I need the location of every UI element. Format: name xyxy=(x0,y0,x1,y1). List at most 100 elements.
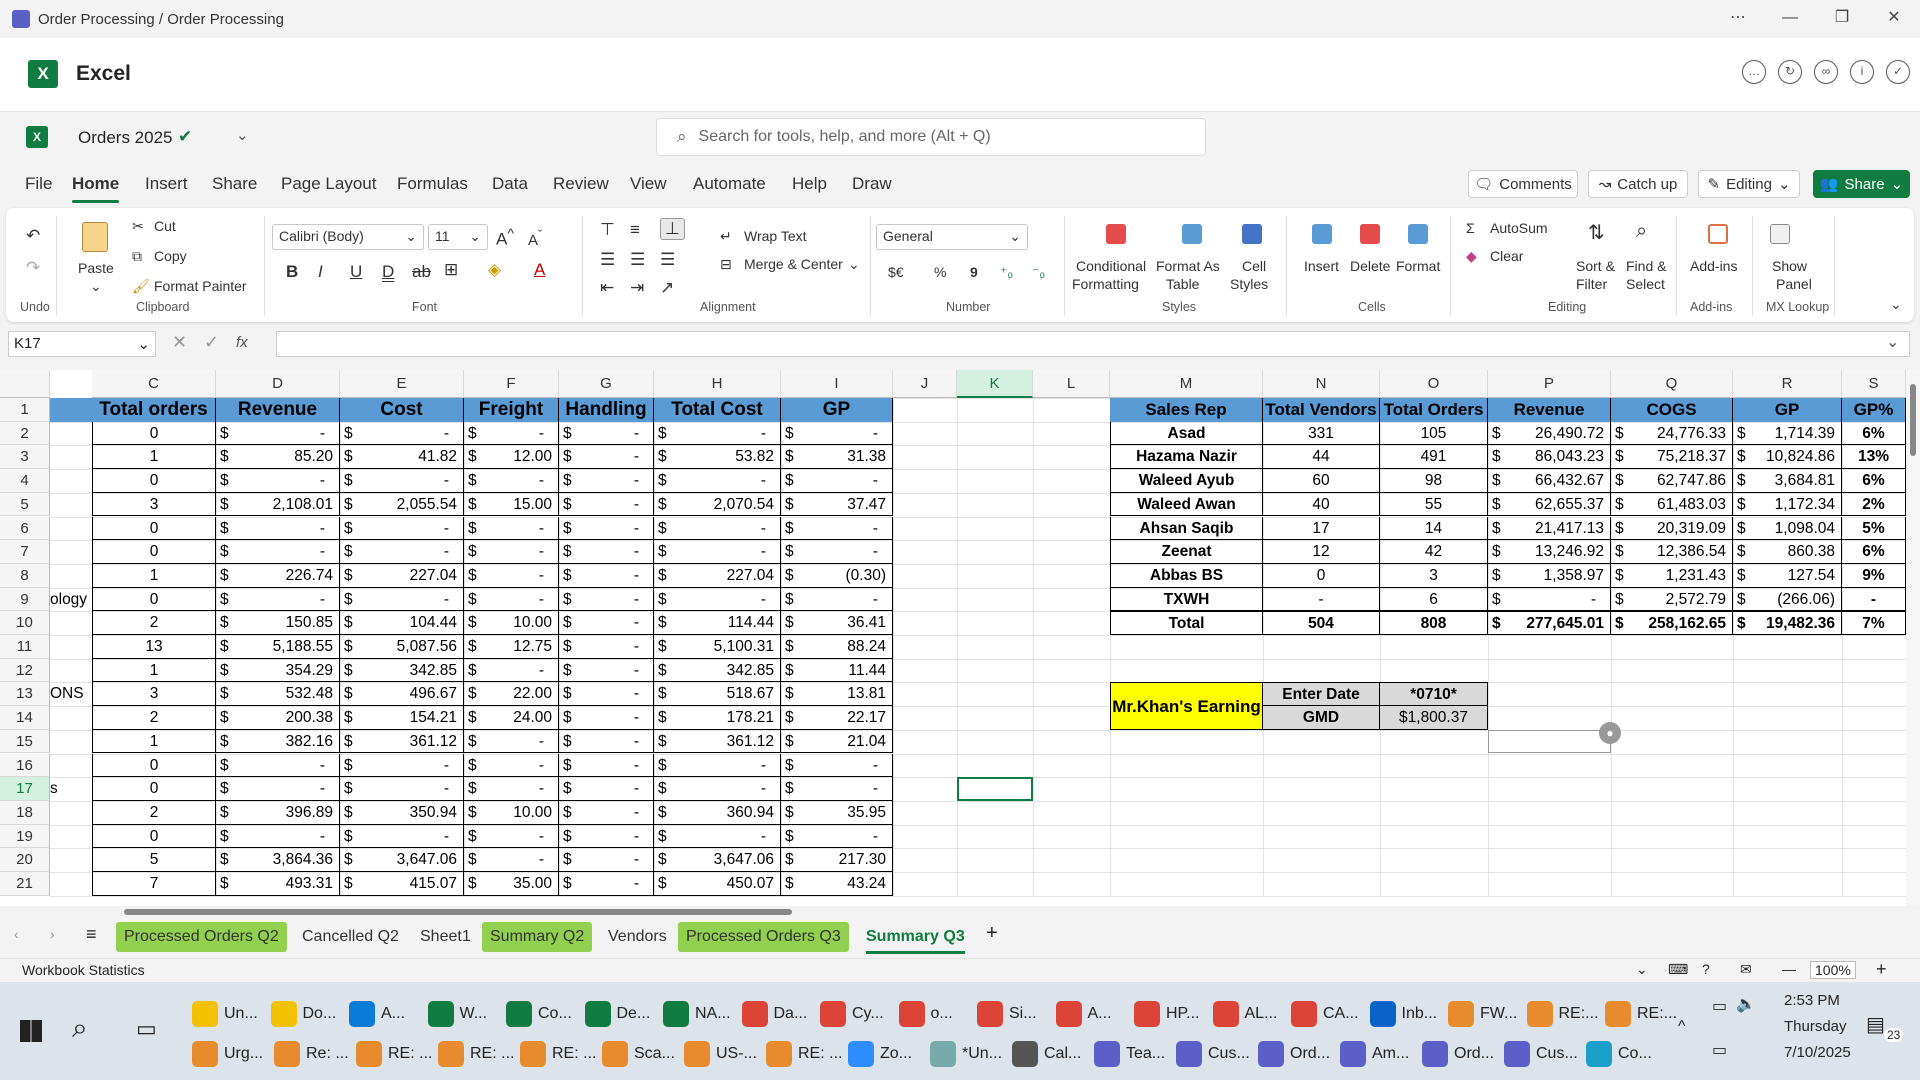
font-name-dropdown[interactable]: Calibri (Body) ⌄ xyxy=(272,224,424,250)
cell-currency[interactable]: $43.24 xyxy=(781,872,893,896)
row-header-18[interactable]: 18 xyxy=(0,800,50,825)
cell-total-orders[interactable]: 0 xyxy=(92,469,216,493)
left-header-cell[interactable]: Total orders xyxy=(92,398,216,422)
earning-label[interactable]: Mr.Khan's Earning xyxy=(1110,682,1263,730)
sheet-tab[interactable]: Summary Q2 xyxy=(482,922,593,952)
row-header-10[interactable]: 10 xyxy=(0,611,50,635)
find-select-button[interactable]: Find & xyxy=(1626,258,1666,274)
currency-format-button[interactable]: $€ xyxy=(888,264,904,280)
cell-currency[interactable]: $ - xyxy=(340,421,464,446)
taskbar-app[interactable]: Urg... xyxy=(192,1034,263,1074)
cell-styles-button[interactable]: Cell xyxy=(1242,258,1266,274)
cell-currency[interactable]: $ - xyxy=(559,800,654,825)
cell-currency[interactable]: $12.00 xyxy=(464,445,559,470)
align-right-icon[interactable]: ☰ xyxy=(660,250,675,270)
cell-currency[interactable]: $ - xyxy=(559,872,654,896)
vertical-scroll-thumb[interactable] xyxy=(1910,384,1916,456)
left-header-cell[interactable]: Handling xyxy=(559,398,654,422)
clear-button[interactable]: Clear xyxy=(1490,248,1523,264)
editing-mode-button[interactable]: ✎ Editing ⌄ xyxy=(1698,170,1800,198)
date-value-cell[interactable]: *0710* xyxy=(1380,682,1488,707)
cell-currency[interactable]: $10.00 xyxy=(464,800,559,825)
column-header-r[interactable]: R xyxy=(1733,370,1842,398)
right-header-cell[interactable]: Sales Rep xyxy=(1110,398,1263,422)
show-panel-button[interactable]: Show xyxy=(1772,258,1807,274)
tab-formulas[interactable]: Formulas xyxy=(397,174,468,194)
cell-currency[interactable]: $342.85 xyxy=(654,658,781,683)
left-header-cell[interactable]: Cost xyxy=(340,398,464,422)
column-header-d[interactable]: D xyxy=(216,370,340,398)
italic-icon[interactable]: I xyxy=(318,262,323,282)
cell-total-orders[interactable]: 0 xyxy=(92,824,216,849)
cell-total-orders[interactable]: 0 xyxy=(92,516,216,541)
summary-currency-cell[interactable]: $19,482.36 xyxy=(1733,611,1842,635)
left-header-cell[interactable]: Total Cost xyxy=(654,398,781,422)
increase-indent-icon[interactable]: ⇥ xyxy=(630,278,644,298)
tab-page-layout[interactable]: Page Layout xyxy=(281,174,376,194)
sheet-tab[interactable]: Sheet1 xyxy=(412,922,479,952)
cell-currency[interactable]: $22.17 xyxy=(781,706,893,730)
summary-cell[interactable]: 105 xyxy=(1380,421,1488,446)
row-header-3[interactable]: 3 xyxy=(0,445,50,470)
taskbar-app[interactable]: A... xyxy=(349,994,405,1034)
taskbar-app[interactable]: HP... xyxy=(1134,994,1200,1034)
merge-center-button[interactable]: Merge & Center xyxy=(744,256,843,272)
summary-currency-cell[interactable]: $10,824.86 xyxy=(1733,445,1842,470)
summary-cell[interactable]: 0 xyxy=(1263,563,1380,588)
tab-view[interactable]: View xyxy=(630,174,667,194)
taskbar-app[interactable]: *Un... xyxy=(930,1034,1002,1074)
row-header-4[interactable]: 4 xyxy=(0,469,50,493)
cell-currency[interactable]: $518.67 xyxy=(654,682,781,707)
insert-function-button[interactable]: fx xyxy=(236,334,248,351)
cell-currency[interactable]: $ - xyxy=(464,587,559,612)
summary-currency-cell[interactable]: $1,231.43 xyxy=(1611,563,1733,588)
column-header-o[interactable]: O xyxy=(1380,370,1488,398)
sheet-tab[interactable]: Summary Q3 xyxy=(858,922,973,954)
taskbar-app[interactable]: Re: ... xyxy=(274,1034,349,1074)
cell-total-orders[interactable]: 1 xyxy=(92,445,216,470)
summary-cell[interactable]: 2% xyxy=(1842,492,1906,517)
close-button[interactable]: ✕ xyxy=(1868,0,1920,38)
decrease-font-icon[interactable]: Aˇ xyxy=(528,228,542,249)
taskbar-app[interactable]: Co... xyxy=(1586,1034,1652,1074)
right-header-cell[interactable]: Revenue xyxy=(1488,398,1611,422)
next-sheet-icon[interactable]: › xyxy=(50,926,55,942)
cell-currency[interactable]: $31.38 xyxy=(781,445,893,470)
borders-icon[interactable]: ⊞ xyxy=(444,260,458,280)
document-title[interactable]: Orders 2025 xyxy=(78,128,173,148)
cell-currency[interactable]: $5,100.31 xyxy=(654,635,781,659)
cell-currency[interactable]: $ - xyxy=(559,848,654,872)
cell-currency[interactable]: $ - xyxy=(781,516,893,541)
summary-currency-cell[interactable]: $3,684.81 xyxy=(1733,469,1842,493)
row-header-19[interactable]: 19 xyxy=(0,824,50,849)
tab-home[interactable]: Home xyxy=(72,174,120,203)
cell-currency[interactable]: $ - xyxy=(340,540,464,564)
sales-rep-cell[interactable]: Abbas BS xyxy=(1110,563,1263,588)
taskbar-app[interactable]: RE:... xyxy=(1526,994,1599,1034)
sheet-tab[interactable]: Cancelled Q2 xyxy=(294,922,407,952)
summary-currency-cell[interactable]: $277,645.01 xyxy=(1488,611,1611,635)
cell-total-orders[interactable]: 3 xyxy=(92,492,216,517)
cell-currency[interactable]: $ - xyxy=(464,469,559,493)
cell-currency[interactable]: $396.89 xyxy=(216,800,340,825)
row-header-21[interactable]: 21 xyxy=(0,872,50,896)
cell-currency[interactable]: $382.16 xyxy=(216,729,340,754)
cell-currency[interactable]: $3,647.06 xyxy=(340,848,464,872)
summary-currency-cell[interactable]: $62,747.86 xyxy=(1611,469,1733,493)
cell-currency[interactable]: $ - xyxy=(340,516,464,541)
notifications-icon[interactable]: ▤ xyxy=(1866,1012,1885,1037)
select-all-corner[interactable] xyxy=(0,370,50,398)
summary-currency-cell[interactable]: $20,319.09 xyxy=(1611,516,1733,541)
cell-currency[interactable]: $3,864.36 xyxy=(216,848,340,872)
align-top-icon[interactable]: ⊤ xyxy=(600,220,615,240)
summary-cell[interactable]: 331 xyxy=(1263,421,1380,446)
cell-currency[interactable]: $360.94 xyxy=(654,800,781,825)
row-header-8[interactable]: 8 xyxy=(0,563,50,588)
summary-currency-cell[interactable]: $21,417.13 xyxy=(1488,516,1611,541)
summary-currency-cell[interactable]: $1,172.34 xyxy=(1733,492,1842,517)
volume-icon[interactable]: 🔈 xyxy=(1736,994,1756,1014)
summary-currency-cell[interactable]: $1,098.04 xyxy=(1733,516,1842,541)
cell-currency[interactable]: $ - xyxy=(216,753,340,778)
cell-currency[interactable]: $5,188.55 xyxy=(216,635,340,659)
link-icon[interactable]: ∞ xyxy=(1814,60,1838,84)
